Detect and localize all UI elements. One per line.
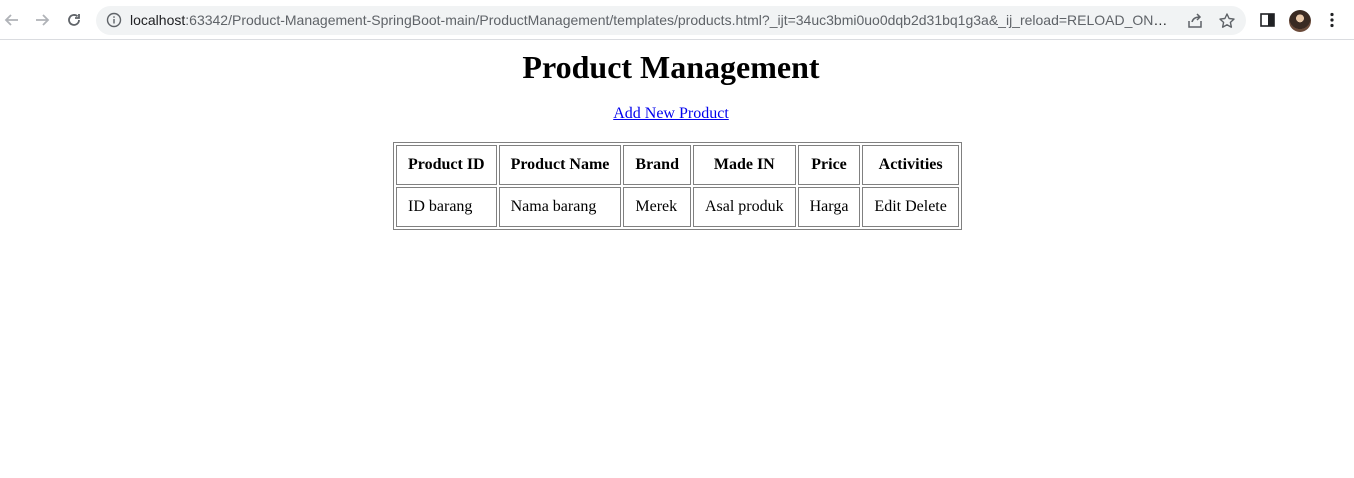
browser-toolbar: localhost:63342/Product-Management-Sprin… — [0, 0, 1354, 40]
cell-made-in: Asal produk — [692, 187, 796, 227]
column-header-price: Price — [797, 145, 861, 185]
cell-product-id: ID barang — [396, 187, 497, 227]
column-header-brand: Brand — [623, 145, 691, 185]
share-icon[interactable] — [1186, 12, 1204, 30]
column-header-product-id: Product ID — [396, 145, 497, 185]
back-arrow-icon — [4, 14, 18, 26]
profile-avatar[interactable] — [1289, 10, 1311, 32]
forward-button[interactable] — [30, 8, 54, 32]
bookmark-star-icon[interactable] — [1218, 12, 1236, 30]
reload-button[interactable] — [62, 8, 86, 32]
reload-icon — [68, 14, 80, 26]
products-table: Product ID Product Name Brand Made IN Pr… — [393, 142, 962, 230]
url-path: :63342/Product-Management-SpringBoot-mai… — [185, 12, 1170, 28]
edit-action[interactable]: Edit — [874, 198, 901, 215]
delete-action[interactable]: Delete — [905, 198, 947, 215]
column-header-product-name: Product Name — [498, 145, 622, 185]
add-link-container: Add New Product — [0, 104, 1342, 124]
cell-product-name: Nama barang — [498, 187, 622, 227]
side-panel-icon[interactable] — [1258, 10, 1278, 30]
cell-activities: Edit Delete — [862, 187, 959, 227]
add-new-product-link[interactable]: Add New Product — [613, 105, 729, 122]
column-header-made-in: Made IN — [692, 145, 796, 185]
cell-brand: Merek — [623, 187, 691, 227]
address-bar[interactable]: localhost:63342/Product-Management-Sprin… — [96, 6, 1246, 35]
page-title: Product Management — [522, 49, 820, 85]
back-button[interactable] — [0, 8, 24, 32]
kebab-menu-icon[interactable] — [1322, 10, 1342, 30]
table-header-row: Product ID Product Name Brand Made IN Pr… — [396, 145, 959, 185]
cell-price: Harga — [797, 187, 861, 227]
column-header-activities: Activities — [862, 145, 959, 185]
site-info-icon[interactable] — [106, 12, 122, 28]
url-text[interactable]: localhost:63342/Product-Management-Sprin… — [130, 6, 1170, 35]
page-content: Product Management Add New Product Produ… — [0, 40, 1354, 478]
table-row: ID barang Nama barang Merek Asal produk … — [396, 187, 959, 227]
url-host: localhost — [130, 12, 186, 28]
forward-arrow-icon — [36, 14, 50, 26]
